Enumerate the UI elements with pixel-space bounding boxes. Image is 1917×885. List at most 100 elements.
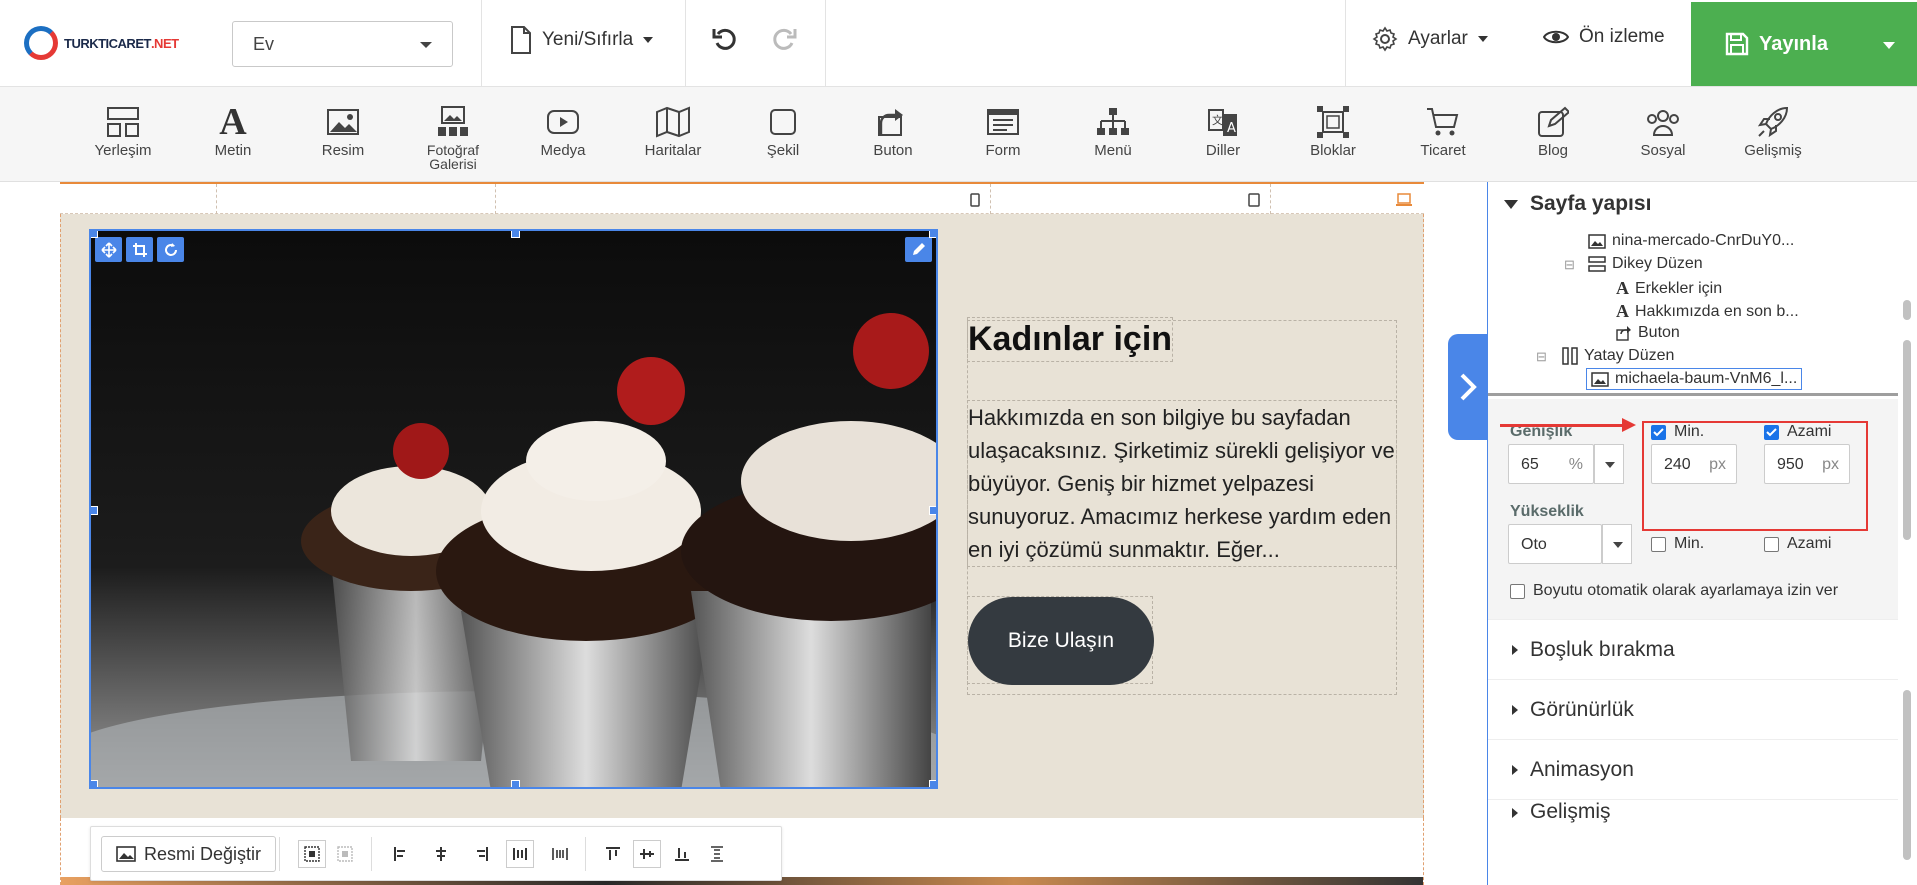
resize-handle[interactable] <box>511 780 520 787</box>
tree-node[interactable]: Buton <box>1616 324 1680 342</box>
cupcakes-photo <box>91 231 936 787</box>
page-select[interactable]: Ev <box>232 21 453 67</box>
laptop-device-icon[interactable] <box>1395 193 1413 207</box>
caret-right-icon <box>1512 704 1518 715</box>
preview-button[interactable]: Ön izleme <box>1543 26 1665 48</box>
editor-canvas: Kadınlar için Hakkımızda en son bilgiye … <box>0 182 1487 885</box>
page-structure-header[interactable]: Sayfa yapısı <box>1488 182 1917 226</box>
crop-icon[interactable] <box>126 237 153 262</box>
height-input[interactable]: Oto <box>1508 524 1602 564</box>
accordion-animation[interactable]: Animasyon <box>1488 739 1898 799</box>
shape-icon <box>770 109 796 135</box>
undo-button[interactable] <box>712 26 738 52</box>
accordion-advanced[interactable]: Gelişmiş <box>1488 799 1898 825</box>
distribute-h-icon[interactable] <box>506 840 534 868</box>
tool-commerce[interactable]: Ticaret <box>1393 101 1493 159</box>
resize-handle[interactable] <box>91 231 98 238</box>
resize-handle[interactable] <box>91 506 98 515</box>
save-icon <box>1725 32 1749 56</box>
fill-icon[interactable] <box>331 840 359 868</box>
width-input[interactable]: 65 % <box>1508 444 1594 484</box>
tablet-device-icon[interactable] <box>1248 193 1260 207</box>
tool-image[interactable]: Resim <box>293 101 393 159</box>
align-right-icon[interactable] <box>467 840 495 868</box>
panel-scrollbar[interactable] <box>1900 190 1914 880</box>
tool-form[interactable]: Form <box>953 101 1053 159</box>
tool-gallery[interactable]: Fotoğraf Galerisi <box>403 101 503 171</box>
accordion-visibility[interactable]: Görünürlük <box>1488 679 1898 739</box>
chevron-down-icon <box>1477 36 1488 42</box>
pencil-icon[interactable] <box>905 237 932 262</box>
tool-advanced[interactable]: Gelişmiş <box>1723 101 1823 159</box>
height-max-checkbox[interactable]: Azami <box>1764 535 1831 553</box>
stretch-v-icon[interactable] <box>703 840 731 868</box>
tool-blog[interactable]: Blog <box>1503 101 1603 159</box>
height-min-checkbox[interactable]: Min. <box>1651 535 1704 553</box>
tree-node[interactable]: nina-mercado-CnrDuY0... <box>1588 232 1794 250</box>
image-icon <box>116 846 136 862</box>
tool-menu[interactable]: Menü <box>1063 101 1163 159</box>
contact-button[interactable]: Bize Ulaşın <box>968 597 1154 685</box>
panel-toggle-button[interactable] <box>1448 334 1488 440</box>
collapse-icon[interactable]: ⊟ <box>1564 257 1575 273</box>
document-icon <box>511 26 531 54</box>
align-bottom-icon[interactable] <box>668 840 696 868</box>
blog-icon <box>1538 106 1569 137</box>
section-paragraph[interactable]: Hakkımızda en son bilgiye bu sayfadan ul… <box>967 400 1397 567</box>
tree-node[interactable]: A Hakkımızda en son b... <box>1616 301 1799 322</box>
fit-icon[interactable] <box>298 840 326 868</box>
move-icon[interactable] <box>95 237 122 262</box>
logo[interactable]: TURKTICARET.NET <box>24 26 179 60</box>
form-icon <box>987 109 1019 135</box>
content-section[interactable]: Kadınlar için Hakkımızda en son bilgiye … <box>60 214 1424 818</box>
stretch-h-icon[interactable] <box>546 840 574 868</box>
publish-button[interactable]: Yayınla <box>1691 2 1917 86</box>
width-unit-dropdown[interactable] <box>1594 444 1624 484</box>
selected-image[interactable] <box>89 229 938 789</box>
tool-button[interactable]: Buton <box>843 101 943 159</box>
height-unit-dropdown[interactable] <box>1602 524 1632 564</box>
tool-maps[interactable]: Haritalar <box>623 101 723 159</box>
tool-text[interactable]: A Metin <box>183 101 283 159</box>
redo-button[interactable] <box>771 26 797 52</box>
tool-layout[interactable]: Yerleşim <box>73 101 173 159</box>
section-heading[interactable]: Kadınlar için <box>967 317 1174 362</box>
annotation-arrow <box>1500 424 1626 427</box>
logo-text: TURKTICARET <box>64 35 151 51</box>
align-top-icon[interactable] <box>599 840 627 868</box>
rotate-icon[interactable] <box>157 237 184 262</box>
gallery-icon <box>438 106 468 136</box>
auto-resize-checkbox[interactable]: Boyutu otomatik olarak ayarlamaya izin v… <box>1510 582 1838 600</box>
settings-button[interactable]: Ayarlar <box>1372 26 1488 52</box>
tool-media[interactable]: Medya <box>513 101 613 159</box>
resize-handle[interactable] <box>929 780 936 787</box>
properties-panel: Sayfa yapısı nina-mercado-CnrDuY0... ⊟ D… <box>1487 182 1917 885</box>
align-middle-icon[interactable] <box>633 840 661 868</box>
element-toolbar: Yerleşim A Metin Resim Fotoğraf Galerisi… <box>0 87 1917 182</box>
tool-social[interactable]: Sosyal <box>1613 101 1713 159</box>
publish-dropdown-icon[interactable] <box>1883 42 1895 49</box>
map-icon <box>656 106 690 138</box>
resize-handle[interactable] <box>929 506 936 515</box>
replace-image-button[interactable]: Resmi Değiştir <box>101 836 277 872</box>
collapse-icon[interactable]: ⊟ <box>1536 349 1547 365</box>
resize-handle[interactable] <box>511 231 520 238</box>
new-reset-button[interactable]: Yeni/Sıfırla <box>510 26 654 54</box>
resize-handle[interactable] <box>929 231 936 238</box>
tool-languages[interactable]: A文 Diller <box>1173 101 1273 159</box>
tool-shape[interactable]: Şekil <box>733 101 833 159</box>
align-left-icon[interactable] <box>387 840 415 868</box>
tree-node[interactable]: Yatay Düzen <box>1562 347 1674 365</box>
accordion-padding[interactable]: Boşluk bırakma <box>1488 619 1898 679</box>
tree-node-selected[interactable]: michaela-baum-VnM6_l... <box>1586 368 1803 390</box>
resize-handle[interactable] <box>91 780 98 787</box>
align-center-icon[interactable] <box>427 840 455 868</box>
tree-node[interactable]: Dikey Düzen <box>1588 255 1703 273</box>
logo-mark-icon <box>24 26 58 60</box>
mobile-device-icon[interactable] <box>970 193 980 207</box>
logo-suffix: .NET <box>150 35 179 51</box>
caret-right-icon <box>1512 808 1518 818</box>
tool-blocks[interactable]: Bloklar <box>1283 101 1383 159</box>
tree-node[interactable]: A Erkekler için <box>1616 278 1722 299</box>
svg-text:A: A <box>1227 121 1236 136</box>
